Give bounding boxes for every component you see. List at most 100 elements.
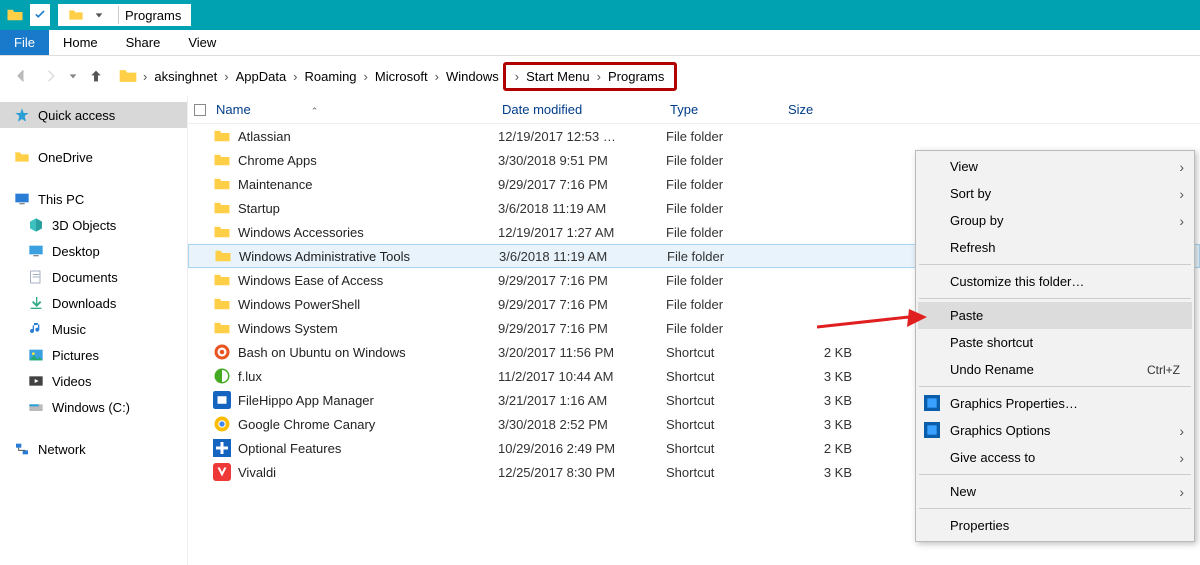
column-date-modified[interactable]: Date modified	[502, 102, 670, 117]
separator	[919, 298, 1191, 299]
tab-home[interactable]: Home	[49, 30, 112, 55]
file-size: 3 KB	[784, 369, 852, 384]
breadcrumb[interactable]: › aksinghnet › AppData › Roaming › Micro…	[116, 62, 677, 91]
ctx-paste-shortcut[interactable]: Paste shortcut	[918, 329, 1192, 356]
file-type: Shortcut	[666, 417, 784, 432]
sidebar-item-this-pc[interactable]: This PC	[0, 186, 187, 212]
file-type: Shortcut	[666, 369, 784, 384]
date-modified: 9/29/2017 7:16 PM	[498, 297, 666, 312]
quick-access-check-icon[interactable]	[30, 4, 50, 26]
file-name: Startup	[238, 201, 498, 216]
chevron-right-icon: ›	[1179, 159, 1184, 175]
select-all-checkbox[interactable]	[194, 104, 206, 116]
folder-icon	[212, 126, 232, 146]
date-modified: 11/2/2017 10:44 AM	[498, 369, 666, 384]
crumb[interactable]: Windows	[442, 67, 503, 86]
sidebar-item-label: Music	[52, 322, 86, 337]
separator	[919, 508, 1191, 509]
ctx-give-access-to[interactable]: Give access to›	[918, 444, 1192, 471]
ctx-undo-rename[interactable]: Undo RenameCtrl+Z	[918, 356, 1192, 383]
sidebar-item-pictures[interactable]: Pictures	[0, 342, 187, 368]
folder-icon	[4, 4, 26, 26]
column-name[interactable]: Name⌃	[212, 102, 502, 117]
chevron-right-icon[interactable]: ›	[361, 69, 371, 84]
ctx-view[interactable]: View›	[918, 153, 1192, 180]
sidebar-item-onedrive[interactable]: OneDrive	[0, 144, 187, 170]
crumb[interactable]: Roaming	[301, 67, 361, 86]
ctx-sort-by[interactable]: Sort by›	[918, 180, 1192, 207]
crumb[interactable]: Start Menu	[522, 67, 594, 86]
sidebar-item-label: This PC	[38, 192, 84, 207]
date-modified: 3/6/2018 11:19 AM	[499, 249, 667, 264]
column-type[interactable]: Type	[670, 102, 788, 117]
sidebar-item-desktop[interactable]: Desktop	[0, 238, 187, 264]
folder-icon	[212, 198, 232, 218]
chevron-right-icon[interactable]: ›	[140, 69, 150, 84]
folder-icon	[212, 222, 232, 242]
up-button[interactable]	[84, 64, 108, 88]
back-button[interactable]	[10, 64, 34, 88]
ribbon-tabs: File Home Share View	[0, 30, 1200, 56]
sidebar-item-videos[interactable]: Videos	[0, 368, 187, 394]
ctx-new[interactable]: New›	[918, 478, 1192, 505]
chevron-right-icon[interactable]: ›	[221, 69, 231, 84]
chevron-right-icon[interactable]: ›	[432, 69, 442, 84]
chevron-right-icon[interactable]: ›	[290, 69, 300, 84]
column-size[interactable]: Size	[788, 102, 868, 117]
sidebar-item-downloads[interactable]: Downloads	[0, 290, 187, 316]
date-modified: 3/30/2018 9:51 PM	[498, 153, 666, 168]
file-name: Windows Accessories	[238, 225, 498, 240]
file-type: File folder	[666, 153, 784, 168]
sidebar-item-3d-objects[interactable]: 3D Objects	[0, 212, 187, 238]
recent-dropdown-icon[interactable]	[66, 64, 80, 88]
ctx-group-by[interactable]: Group by›	[918, 207, 1192, 234]
file-size: 2 KB	[784, 345, 852, 360]
sidebar-item-label: Videos	[52, 374, 92, 389]
file-name: FileHippo App Manager	[238, 393, 498, 408]
sidebar-item-music[interactable]: Music	[0, 316, 187, 342]
sidebar-item-documents[interactable]: Documents	[0, 264, 187, 290]
pc-icon	[14, 191, 30, 207]
address-bar: › aksinghnet › AppData › Roaming › Micro…	[0, 56, 1200, 96]
quick-access-dropdown-icon[interactable]	[90, 4, 108, 26]
ctx-graphics-options[interactable]: Graphics Options›	[918, 417, 1192, 444]
chevron-right-icon[interactable]: ›	[594, 69, 604, 84]
context-menu: View› Sort by› Group by› Refresh Customi…	[915, 150, 1195, 542]
ctx-customize-folder[interactable]: Customize this folder…	[918, 268, 1192, 295]
tab-share[interactable]: Share	[112, 30, 175, 55]
crumb[interactable]: Microsoft	[371, 67, 432, 86]
crumb[interactable]: aksinghnet	[150, 67, 221, 86]
ctx-properties[interactable]: Properties	[918, 512, 1192, 539]
sidebar-item-quick-access[interactable]: Quick access	[0, 102, 187, 128]
crumb[interactable]: Programs	[604, 67, 668, 86]
chevron-right-icon: ›	[1179, 213, 1184, 229]
sidebar-item-label: Downloads	[52, 296, 116, 311]
sidebar-item-label: Documents	[52, 270, 118, 285]
separator	[919, 264, 1191, 265]
table-row[interactable]: Atlassian12/19/2017 12:53 …File folder	[188, 124, 1200, 148]
file-name: Windows PowerShell	[238, 297, 498, 312]
sidebar-item-label: Quick access	[38, 108, 115, 123]
sidebar-item-windows-c-[interactable]: Windows (C:)	[0, 394, 187, 420]
tab-file[interactable]: File	[0, 30, 49, 55]
chevron-right-icon[interactable]: ›	[512, 69, 522, 84]
forward-button[interactable]	[38, 64, 62, 88]
ctx-graphics-properties[interactable]: Graphics Properties…	[918, 390, 1192, 417]
date-modified: 3/6/2018 11:19 AM	[498, 201, 666, 216]
folder-type-icon	[28, 399, 44, 415]
tab-view[interactable]: View	[174, 30, 230, 55]
ctx-paste[interactable]: Paste	[918, 302, 1192, 329]
file-type: File folder	[666, 321, 784, 336]
app-icon	[212, 414, 232, 434]
crumb[interactable]: AppData	[232, 67, 291, 86]
sidebar-item-network[interactable]: Network	[0, 436, 187, 462]
file-size: 3 KB	[784, 465, 852, 480]
titlebar: Programs	[0, 0, 1200, 30]
ctx-refresh[interactable]: Refresh	[918, 234, 1192, 261]
folder-type-icon	[28, 347, 44, 363]
highlighted-breadcrumb: › Start Menu › Programs	[503, 62, 678, 91]
file-name: Windows Administrative Tools	[239, 249, 499, 264]
date-modified: 12/19/2017 12:53 …	[498, 129, 666, 144]
file-name: f.lux	[238, 369, 498, 384]
folder-icon	[212, 318, 232, 338]
